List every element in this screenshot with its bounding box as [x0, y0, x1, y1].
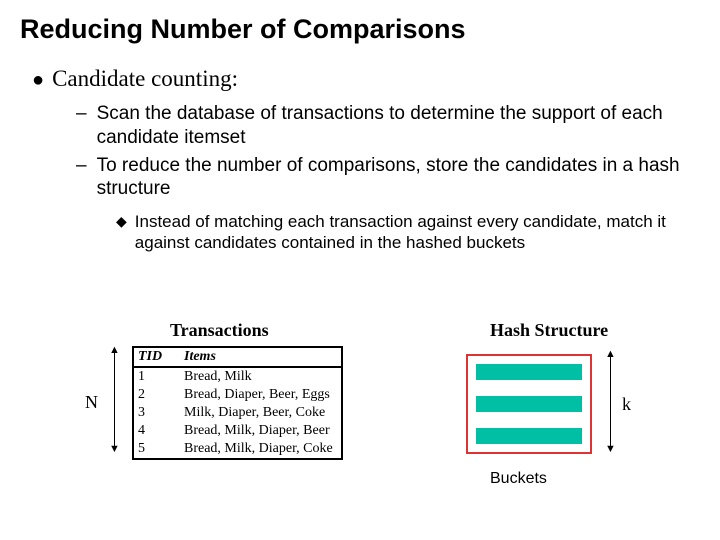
cell-items: Bread, Milk, Diaper, Beer: [180, 422, 342, 440]
dash-row: – To reduce the number of comparisons, s…: [76, 154, 700, 202]
figure-region: Transactions Hash Structure ▲ ▼ N TID It…: [90, 320, 650, 510]
hash-structure-box: [466, 354, 592, 454]
cell-tid: 1: [133, 367, 180, 386]
l3-row: ◆ Instead of matching each transaction a…: [116, 211, 700, 254]
cell-items: Bread, Milk: [180, 367, 342, 386]
diamond-icon: ◆: [116, 213, 127, 256]
arrowhead-down-icon: ▼: [605, 444, 616, 455]
arrowhead-down-icon: ▼: [109, 444, 120, 455]
table-row: 2 Bread, Diaper, Beer, Eggs: [133, 386, 342, 404]
cell-tid: 5: [133, 440, 180, 459]
table-row: 3 Milk, Diaper, Beer, Coke: [133, 404, 342, 422]
transactions-table: TID Items 1 Bread, Milk 2 Bread, Diaper,…: [132, 346, 343, 460]
cell-tid: 2: [133, 386, 180, 404]
cell-items: Milk, Diaper, Beer, Coke: [180, 404, 342, 422]
hash-bucket: [476, 364, 582, 380]
table-row: 4 Bread, Milk, Diaper, Beer: [133, 422, 342, 440]
buckets-label: Buckets: [490, 470, 547, 488]
n-label: N: [85, 392, 98, 413]
disc-bullet-icon: ●: [32, 70, 44, 90]
slide-title: Reducing Number of Comparisons: [20, 14, 700, 45]
table-row: 1 Bread, Milk: [133, 367, 342, 386]
cell-tid: 4: [133, 422, 180, 440]
sub2-text: To reduce the number of comparisons, sto…: [97, 154, 700, 202]
dash-icon: –: [76, 154, 87, 202]
dash-row: – Scan the database of transactions to d…: [76, 102, 700, 150]
transactions-label: Transactions: [170, 320, 269, 341]
th-tid: TID: [133, 347, 180, 367]
bullet-row: ● Candidate counting:: [32, 63, 700, 94]
n-arrow: ▲ ▼ N: [90, 350, 110, 450]
arrow-line: [114, 350, 115, 450]
k-label: k: [622, 394, 631, 415]
bullet1-text: Candidate counting:: [52, 63, 238, 94]
arrow-line: [610, 354, 611, 450]
sub3-text: Instead of matching each transaction aga…: [135, 211, 700, 254]
dash-icon: –: [76, 102, 87, 150]
cell-items: Bread, Milk, Diaper, Coke: [180, 440, 342, 459]
cell-items: Bread, Diaper, Beer, Eggs: [180, 386, 342, 404]
cell-tid: 3: [133, 404, 180, 422]
th-items: Items: [180, 347, 342, 367]
hash-bucket: [476, 428, 582, 444]
table-row: 5 Bread, Milk, Diaper, Coke: [133, 440, 342, 459]
k-arrow: ▲ ▼ k: [600, 354, 644, 450]
sub1-text: Scan the database of transactions to det…: [97, 102, 700, 150]
hash-bucket: [476, 396, 582, 412]
hash-structure-label: Hash Structure: [490, 320, 608, 341]
